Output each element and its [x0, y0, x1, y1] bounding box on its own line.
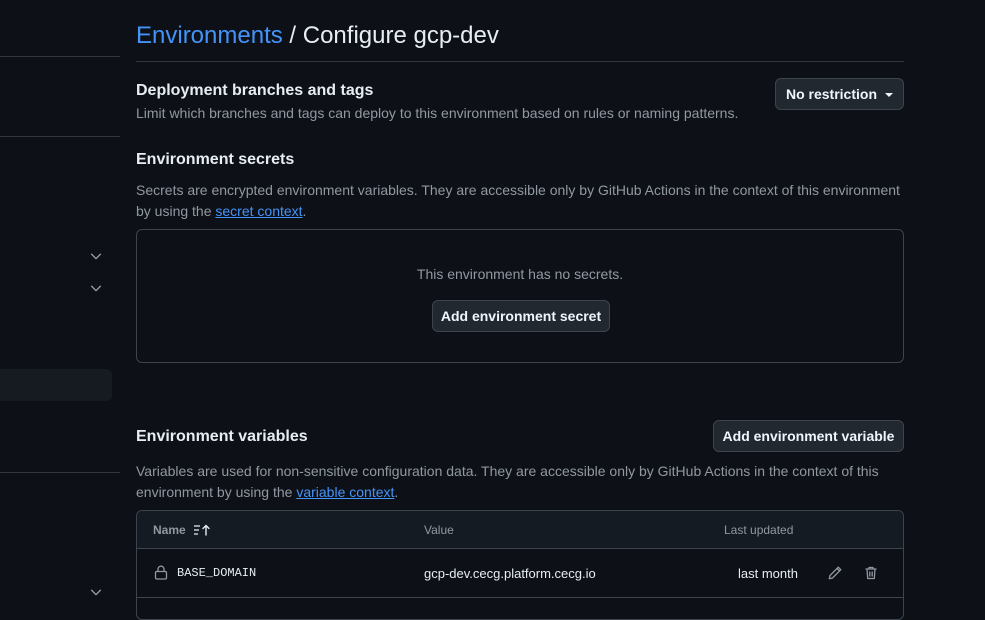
page-title: Environments / Configure gcp-dev: [136, 22, 499, 50]
environment-variables-description: Variables are used for non-sensitive con…: [136, 461, 904, 503]
title-divider: [136, 61, 904, 62]
add-environment-secret-button[interactable]: Add environment secret: [432, 300, 610, 332]
page-title-text: Configure gcp-dev: [302, 22, 499, 49]
chevron-down-icon[interactable]: [89, 249, 103, 263]
secrets-description-end: .: [302, 203, 307, 219]
dropdown-label: No restriction: [785, 86, 877, 102]
sort-ascending-icon: [194, 524, 210, 536]
trash-icon[interactable]: [861, 563, 881, 583]
variables-description-text: Variables are used for non-sensitive con…: [136, 463, 879, 500]
variable-name: BASE_DOMAIN: [177, 566, 257, 580]
table-header: Name Value Last updated: [137, 511, 903, 549]
sidebar-divider: [0, 472, 120, 473]
settings-sidebar: [0, 0, 120, 603]
breadcrumb-environments-link[interactable]: Environments: [136, 22, 283, 49]
deployment-branches-description: Limit which branches and tags can deploy…: [136, 105, 739, 121]
chevron-down-icon[interactable]: [89, 281, 103, 295]
chevron-down-icon[interactable]: [89, 585, 103, 599]
secrets-empty-state: This environment has no secrets. Add env…: [136, 229, 904, 363]
name-column-header[interactable]: Name: [153, 523, 211, 537]
environment-variables-heading: Environment variables: [136, 428, 308, 445]
sidebar-item-active[interactable]: [0, 369, 112, 401]
deployment-branches-heading: Deployment branches and tags: [136, 82, 374, 99]
sidebar-divider: [0, 56, 120, 57]
name-column-label: Name: [153, 523, 186, 537]
variable-context-link[interactable]: variable context: [296, 484, 394, 500]
table-row: BASE_DOMAIN gcp-dev.cecg.platform.cecg.i…: [137, 549, 903, 598]
no-secrets-message: This environment has no secrets.: [416, 266, 624, 282]
last-updated-column-header: Last updated: [724, 523, 794, 537]
variable-last-updated: last month: [738, 566, 798, 581]
environment-secrets-description: Secrets are encrypted environment variab…: [136, 180, 904, 222]
variables-table: Name Value Last updated BASE_DOMAIN gcp-…: [136, 510, 904, 620]
triangle-down-icon: [885, 93, 893, 97]
deployment-branches-dropdown[interactable]: No restriction: [775, 78, 904, 110]
breadcrumb-separator: /: [282, 22, 303, 49]
environment-secrets-heading: Environment secrets: [136, 151, 295, 168]
variables-description-end: .: [394, 484, 399, 500]
lock-icon: [154, 565, 168, 580]
pencil-icon[interactable]: [825, 563, 845, 583]
secret-context-link[interactable]: secret context: [215, 203, 302, 219]
variable-value: gcp-dev.cecg.platform.cecg.io: [424, 566, 596, 581]
value-column-header: Value: [424, 523, 454, 537]
sidebar-divider: [0, 136, 120, 137]
add-environment-variable-button[interactable]: Add environment variable: [713, 420, 904, 452]
